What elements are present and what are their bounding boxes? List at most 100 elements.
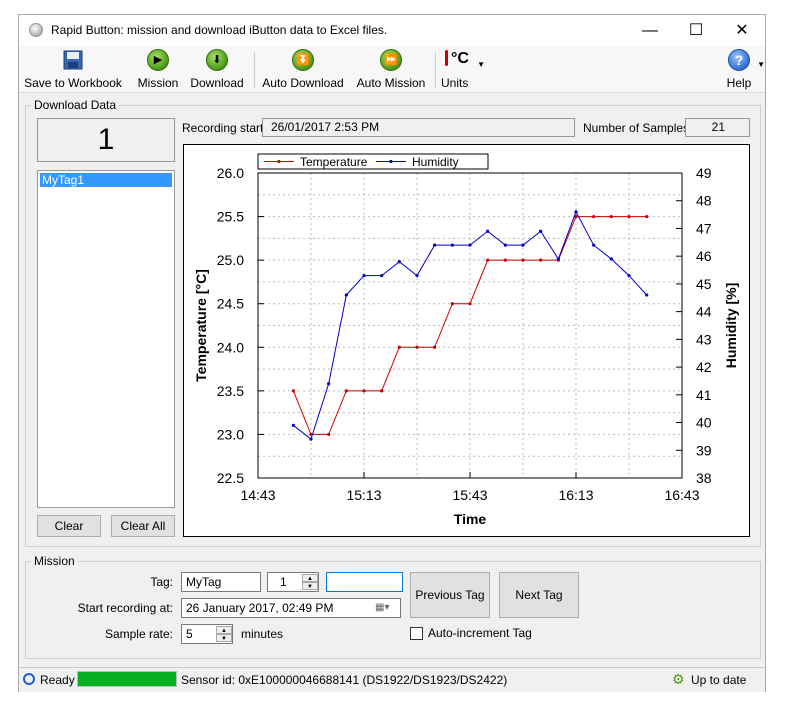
help-button[interactable]: ? ▼ Help [719, 48, 765, 90]
clear-button[interactable]: Clear [37, 515, 101, 537]
maximize-button[interactable]: ☐ [673, 15, 719, 46]
data-chart: 14:43 15:13 15:43 16:13 16:43 26.0 25.5 25.0 24.… [183, 144, 750, 537]
spin-down-icon[interactable]: ▼ [216, 634, 232, 642]
y2-tick-label: 44 [696, 304, 712, 320]
app-window: Rapid Button: mission and download iButt… [18, 14, 766, 692]
mission-button[interactable]: ▶ Mission [133, 48, 183, 90]
recording-start-label: Recording start: [182, 121, 267, 135]
auto-increment-checkbox[interactable] [410, 627, 423, 640]
x-tick-label: 15:13 [346, 487, 381, 503]
download-arrow-icon: ⬇ [206, 49, 228, 71]
legend-label-temperature: Temperature [300, 155, 368, 169]
data-point-temperature [521, 258, 525, 262]
y2-tick-label: 40 [696, 415, 712, 431]
auto-increment-label: Auto-increment Tag [428, 626, 532, 640]
data-point-temperature [645, 214, 649, 219]
download-label: Download [190, 76, 244, 90]
status-ready-label: Ready [40, 673, 75, 687]
close-button[interactable]: ✕ [719, 15, 765, 46]
auto-mission-label: Auto Mission [356, 76, 426, 90]
next-tag-button[interactable]: Next Tag [499, 572, 579, 618]
download-counter: 1 [37, 118, 175, 162]
data-point-temperature [486, 258, 490, 262]
app-icon [29, 23, 43, 37]
y2-tick-label: 45 [696, 276, 712, 292]
data-point-temperature [592, 214, 596, 219]
tag-list[interactable]: MyTag1 [37, 170, 175, 508]
data-point-humidity [627, 273, 631, 278]
legend-marker-humidity [389, 159, 393, 164]
data-point-humidity [574, 210, 578, 214]
data-point-temperature [539, 258, 543, 262]
thermometer-celsius-icon: °C [443, 48, 479, 72]
update-status-label: Up to date [691, 673, 747, 687]
chevron-down-icon: ▼ [477, 60, 485, 69]
y-axis-title: Temperature [°C] [193, 269, 209, 382]
recording-start-field: 26/01/2017 2:53 PM [262, 118, 575, 137]
tag-extra-input[interactable] [326, 572, 403, 592]
tag-number-spin-buttons[interactable]: ▲ ▼ [302, 574, 318, 590]
data-point-temperature [415, 345, 419, 349]
y-tick-label: 24.5 [217, 296, 244, 312]
data-point-humidity [415, 273, 419, 278]
y2-tick-label: 48 [696, 193, 712, 209]
y2-tick-label: 47 [696, 220, 712, 236]
clear-all-button[interactable]: Clear All [111, 515, 175, 537]
start-recording-datetime-picker[interactable]: 26 January 2017, 02:49 PM [181, 598, 401, 618]
y-tick-label: 26.0 [217, 165, 244, 181]
chevron-down-icon: ▼ [757, 60, 765, 69]
mission-label: Mission [137, 76, 179, 90]
data-point-temperature [450, 302, 454, 306]
calendar-dropdown-icon[interactable]: ▦▾ [375, 602, 389, 613]
data-point-temperature [362, 389, 366, 393]
data-point-temperature [380, 389, 384, 393]
data-point-temperature [327, 432, 331, 437]
units-button[interactable]: °C ▼ Units [439, 48, 485, 90]
data-point-humidity [380, 273, 384, 278]
previous-tag-button[interactable]: Previous Tag [410, 572, 490, 618]
y-tick-label: 23.5 [217, 383, 244, 399]
spin-up-icon[interactable]: ▲ [302, 574, 318, 582]
status-progress-fill [78, 672, 176, 686]
sample-rate-unit: minutes [241, 627, 284, 641]
y2-tick-label: 41 [696, 387, 712, 403]
data-point-temperature [609, 214, 613, 219]
number-of-samples-field: 21 [685, 118, 750, 137]
data-point-temperature [468, 302, 472, 306]
tag-name-input[interactable]: MyTag [181, 572, 261, 592]
data-point-temperature [397, 345, 401, 349]
data-point-temperature [433, 345, 437, 349]
data-point-humidity [309, 437, 313, 441]
minimize-button[interactable]: — [627, 15, 673, 46]
sample-rate-label: Sample rate: [104, 627, 173, 641]
data-point-humidity [468, 243, 472, 247]
auto-download-label: Auto Download [262, 76, 344, 90]
status-ring-icon [23, 673, 35, 685]
y2-tick-label: 42 [696, 359, 712, 375]
toolbar-separator [435, 52, 436, 88]
units-label: Units [441, 76, 469, 90]
data-point-humidity [344, 293, 348, 297]
x-tick-label: 14:43 [240, 487, 275, 503]
list-item[interactable]: MyTag1 [40, 173, 172, 187]
help-icon: ? [728, 49, 750, 71]
spin-up-icon[interactable]: ▲ [216, 626, 232, 634]
help-label: Help [726, 76, 752, 90]
mission-group-label: Mission [31, 554, 78, 568]
data-point-humidity [556, 257, 560, 261]
data-point-temperature [503, 258, 507, 262]
start-recording-label: Start recording at: [77, 601, 173, 615]
sample-rate-spin-buttons[interactable]: ▲ ▼ [216, 626, 232, 642]
save-to-workbook-button[interactable]: Save to Workbook [23, 48, 123, 90]
spin-down-icon[interactable]: ▼ [302, 582, 318, 590]
auto-mission-button[interactable]: ⏩ Auto Mission [353, 48, 429, 90]
y2-axis-title: Humidity [%] [723, 283, 739, 369]
auto-download-button[interactable]: ⏬ Auto Download [259, 48, 347, 90]
y2-tick-label: 49 [696, 165, 712, 181]
y-tick-label: 25.0 [217, 252, 244, 268]
y2-tick-label: 46 [696, 248, 712, 264]
data-point-humidity [486, 229, 490, 233]
play-icon: ▶ [147, 49, 169, 71]
legend-label-humidity: Humidity [412, 155, 459, 169]
download-button[interactable]: ⬇ Download [187, 48, 247, 90]
